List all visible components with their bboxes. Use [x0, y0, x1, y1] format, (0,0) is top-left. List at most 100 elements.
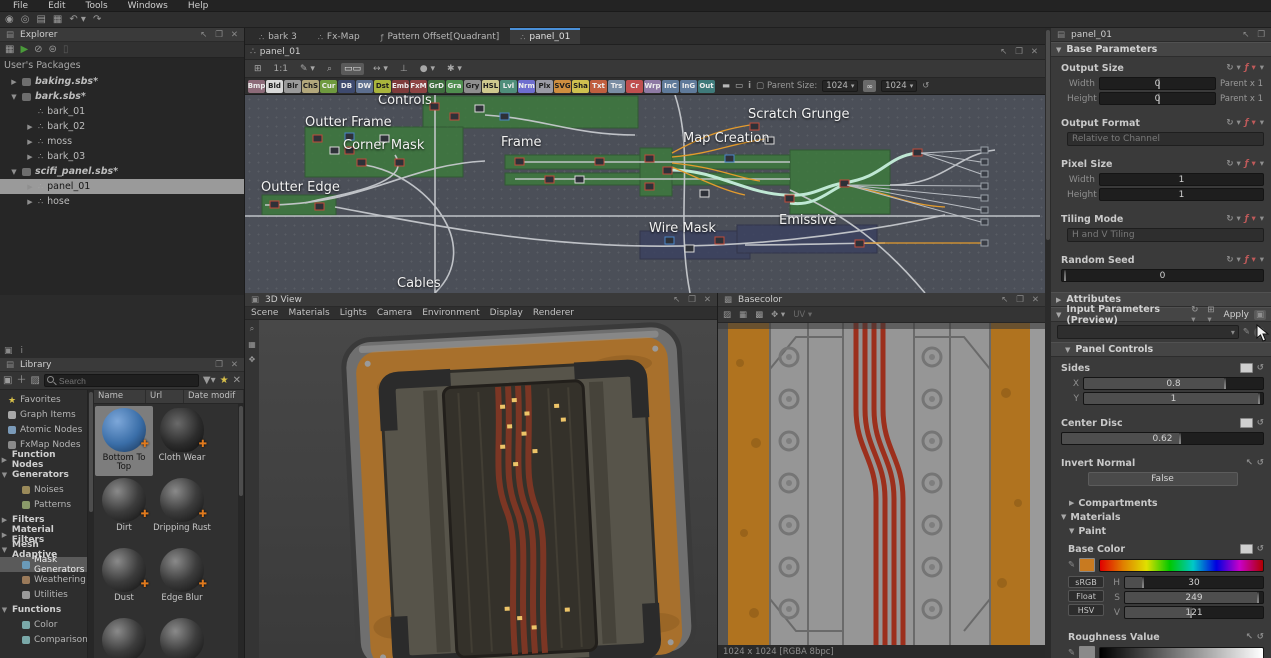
play-icon[interactable]: ▶	[20, 43, 28, 57]
center-disc-swatch[interactable]	[1240, 418, 1253, 428]
section-materials[interactable]: ▼Materials	[1051, 510, 1271, 524]
comment-icon[interactable]: ▬	[722, 81, 730, 91]
view3d-menu-environment[interactable]: Environment	[422, 308, 479, 318]
pick-icon[interactable]: ↖	[999, 295, 1010, 305]
view3d-menu-renderer[interactable]: Renderer	[533, 308, 574, 318]
library-item[interactable]	[153, 616, 211, 658]
srgb-mode-button[interactable]: sRGB	[1068, 576, 1104, 588]
expand-arrow-icon[interactable]: ▶	[26, 123, 34, 131]
roughness-swatch[interactable]	[1079, 646, 1095, 658]
close-icon[interactable]: ✕	[702, 295, 713, 305]
parent-size-width[interactable]: 1024▾	[822, 80, 858, 92]
expand-arrow-icon[interactable]: ▼	[1, 606, 8, 614]
library-columns[interactable]: NameUrlDate modif	[94, 390, 244, 404]
node-chip-cr[interactable]: Cr	[626, 80, 643, 93]
reset-size-icon[interactable]: ↺	[922, 81, 929, 91]
info-icon[interactable]: i	[21, 346, 24, 356]
move-icon[interactable]: ✥	[249, 355, 256, 364]
library-category-function-nodes[interactable]: ▶Function Nodes	[0, 452, 87, 467]
base-color-swatch[interactable]	[1079, 558, 1095, 572]
close-icon[interactable]: ✕	[1030, 295, 1041, 305]
grayscale-gradient-bar[interactable]: ▲	[1099, 647, 1264, 658]
node-chip-plx[interactable]: Plx	[536, 80, 553, 93]
apply-button[interactable]: Apply	[1224, 310, 1249, 320]
new-folder-icon[interactable]: ▣	[3, 374, 12, 388]
reset-icon[interactable]: ↺	[1257, 544, 1264, 554]
expand-arrow-icon[interactable]: ▶	[1, 456, 8, 464]
properties-scrollbar[interactable]	[1045, 28, 1051, 658]
pick-icon[interactable]: ↖	[1246, 458, 1253, 468]
preset-arrow-icon[interactable]: ▾	[1260, 159, 1264, 169]
preset-arrow-icon[interactable]: ▾	[1260, 63, 1264, 73]
snap-icon[interactable]: ⊥	[397, 63, 411, 75]
link-icon[interactable]: ◎	[21, 13, 30, 27]
expand-arrow-icon[interactable]: ▶	[26, 153, 34, 161]
expand-arrow-icon[interactable]: ▶	[26, 183, 34, 191]
node-chip-db[interactable]: DB	[338, 80, 355, 93]
tree-item-baking-sbs-[interactable]: ▶baking.sbs*	[0, 74, 244, 89]
node-chip-dw[interactable]: DW	[356, 80, 373, 93]
pen-icon[interactable]: ✎ ▾	[297, 63, 318, 75]
menu-edit[interactable]: Edit	[39, 1, 74, 11]
view3d-menu-camera[interactable]: Camera	[377, 308, 412, 318]
library-category-patterns[interactable]: Patterns	[0, 497, 87, 512]
node-chip-bmp[interactable]: Bmp	[248, 80, 265, 93]
output-format-dropdown[interactable]: Relative to Channel	[1067, 132, 1264, 146]
pick-icon[interactable]: ↖	[1246, 632, 1253, 642]
node-chip-ing[interactable]: InG	[680, 80, 697, 93]
library-category-weathering[interactable]: Weathering	[0, 572, 87, 587]
pick-icon[interactable]: ↖	[1240, 30, 1251, 40]
inherit-icon[interactable]: ↻ ▾	[1226, 159, 1240, 169]
save-all-icon[interactable]: ▦	[53, 13, 62, 27]
view2d-viewport[interactable]	[718, 323, 1045, 645]
node-chip-txt[interactable]: Txt	[590, 80, 607, 93]
list-icon[interactable]: ⊞ ▾	[1207, 305, 1218, 325]
inherit-icon[interactable]: ↻ ▾	[1226, 214, 1240, 224]
sides-y-slider[interactable]: 1	[1083, 392, 1264, 405]
expand-arrow-icon[interactable]: ▶	[1, 516, 8, 524]
subsection-paint[interactable]: ▼Paint	[1051, 524, 1271, 538]
tree-item-bark-02[interactable]: ▶∴bark_02	[0, 119, 244, 134]
folder-button[interactable]: ▣	[1254, 310, 1266, 320]
column-header-date-modif[interactable]: Date modif	[184, 390, 244, 403]
node-chip-lvl[interactable]: Lvl	[500, 80, 517, 93]
tree-item-bark-03[interactable]: ▶∴bark_03	[0, 149, 244, 164]
node-chip-gry[interactable]: Gry	[464, 80, 481, 93]
tree-item-bark-01[interactable]: ∴bark_01	[0, 104, 244, 119]
view3d-menu-lights[interactable]: Lights	[340, 308, 367, 318]
menu-help[interactable]: Help	[179, 1, 218, 11]
star-icon[interactable]: ★	[220, 374, 229, 388]
view3d-viewport[interactable]: ⌕ ▦ ✥	[245, 320, 717, 658]
view3d-menu-scene[interactable]: Scene	[251, 308, 278, 318]
node-chip-sha[interactable]: Sha	[572, 80, 589, 93]
library-category-color[interactable]: Color	[0, 617, 87, 632]
sides-swatch[interactable]	[1240, 363, 1253, 373]
edit-icon[interactable]: ▨	[30, 374, 39, 388]
function-icon[interactable]: ƒ ▾	[1245, 118, 1256, 128]
node-chip-trs[interactable]: Trs	[608, 80, 625, 93]
resize-icon[interactable]: ↔ ▾	[370, 63, 391, 75]
tab-bark-3[interactable]: ∴bark 3	[249, 28, 307, 44]
node-chip-fxm[interactable]: FxM	[410, 80, 427, 93]
view3d-menu-materials[interactable]: Materials	[288, 308, 329, 318]
sides-x-slider[interactable]: 0.8	[1083, 377, 1264, 390]
expand-arrow-icon[interactable]: ▼	[10, 168, 18, 176]
tree-item-hose[interactable]: ▶∴hose	[0, 194, 244, 209]
link-mode-icon[interactable]: ▭▭	[341, 63, 364, 75]
reset-icon[interactable]: ↺	[1257, 632, 1264, 642]
node-chip-nrm[interactable]: Nrm	[518, 80, 535, 93]
preset-arrow-icon[interactable]: ▾	[1260, 214, 1264, 224]
favorite-plus-badge[interactable]: ✚	[199, 579, 207, 590]
pixel-height-field[interactable]: 1	[1099, 188, 1264, 201]
library-item-dust[interactable]: ✚Dust	[95, 546, 153, 616]
library-tree-scrollbar[interactable]	[88, 390, 94, 658]
drop-icon[interactable]: ● ▾	[417, 63, 438, 75]
base-color-reset-swatch[interactable]	[1240, 544, 1253, 554]
zoom-icon[interactable]: ⌕	[324, 63, 335, 75]
menu-file[interactable]: File	[4, 1, 37, 11]
function-icon[interactable]: ƒ ▾	[1245, 159, 1256, 169]
node-chip-grd[interactable]: GrD	[428, 80, 445, 93]
tab-pattern-offset-quadrant-[interactable]: ƒPattern Offset[Quadrant]	[371, 28, 510, 44]
select-icon[interactable]: ⌕	[250, 324, 254, 334]
open-icon[interactable]: ▤	[36, 13, 45, 27]
